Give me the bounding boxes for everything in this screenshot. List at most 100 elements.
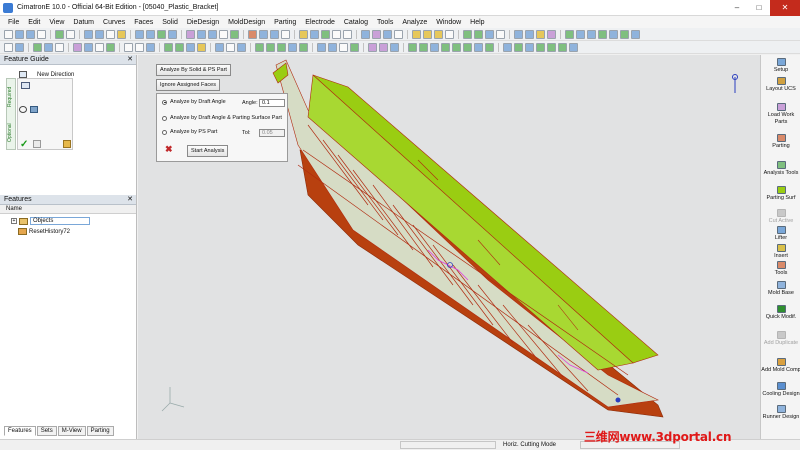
toolbar-tool-icon[interactable] (299, 29, 308, 39)
toolbar-tool-icon[interactable] (4, 42, 13, 52)
toolbar-tool-icon[interactable] (419, 42, 428, 52)
radio-draft-angle[interactable]: Analyze by Draft Angle (162, 99, 226, 105)
toolbar-tool-icon[interactable] (474, 29, 483, 39)
toolbar-tool-icon[interactable] (219, 29, 228, 39)
toolbar-tool-icon[interactable] (299, 42, 308, 52)
toolbar-tool-icon[interactable] (66, 29, 75, 39)
toolbar-tool-icon[interactable] (558, 42, 567, 52)
toolbar-tool-icon[interactable] (277, 42, 286, 52)
toolbar-tool-icon[interactable] (288, 42, 297, 52)
toolbar-tool-icon[interactable] (514, 29, 523, 39)
radio-selected-icon[interactable] (162, 99, 167, 105)
toolbar-tool-icon[interactable] (514, 42, 523, 52)
feature-guide-step[interactable]: New Direction (19, 71, 74, 78)
toolbar-tool-icon[interactable] (124, 42, 133, 52)
toolbar-tool-icon[interactable] (95, 42, 104, 52)
tab-optional[interactable]: Optional (7, 117, 15, 149)
toolbar-tool-icon[interactable] (237, 42, 246, 52)
mold-tool-tools[interactable]: Tools (761, 261, 800, 277)
toolbar-tool-icon[interactable] (255, 42, 264, 52)
toolbar-tool-icon[interactable] (328, 42, 337, 52)
toolbar-tool-icon[interactable] (343, 29, 352, 39)
menu-parting[interactable]: Parting (274, 19, 296, 26)
toolbar-tool-icon[interactable] (361, 29, 370, 39)
toolbar-tool-icon[interactable] (452, 42, 461, 52)
toolbar-tool-icon[interactable] (135, 29, 144, 39)
preview-icon[interactable] (30, 106, 38, 113)
toolbar-tool-icon[interactable] (73, 42, 82, 52)
radio-icon[interactable] (162, 129, 167, 135)
toolbar-tool-icon[interactable] (569, 42, 578, 52)
ignore-assigned-faces-button[interactable]: Ignore Assigned Faces (156, 79, 220, 91)
mold-tool-add-mold-comp[interactable]: Add Mold Comp (761, 358, 800, 374)
toolbar-tool-icon[interactable] (146, 42, 155, 52)
toolbar-tool-icon[interactable] (321, 29, 330, 39)
toolbar-tool-icon[interactable] (226, 42, 235, 52)
tab-required[interactable]: Required (7, 81, 15, 113)
toolbar-tool-icon[interactable] (383, 29, 392, 39)
mold-tool-layout-ucs[interactable]: Layout UCS (761, 77, 800, 93)
toolbar-tool-icon[interactable] (587, 29, 596, 39)
toolbar-tool-icon[interactable] (423, 29, 432, 39)
menu-help[interactable]: Help (470, 19, 484, 26)
toolbar-tool-icon[interactable] (434, 29, 443, 39)
menu-curves[interactable]: Curves (103, 19, 125, 26)
toolbar-tool-icon[interactable] (37, 29, 46, 39)
toolbar-tool-icon[interactable] (496, 29, 505, 39)
mold-tool-insert[interactable]: Insert (761, 244, 800, 260)
toolbar-tool-icon[interactable] (230, 29, 239, 39)
ok-check-icon[interactable]: ✓ (20, 139, 28, 150)
toolbar-tool-icon[interactable] (412, 29, 421, 39)
tab-sets[interactable]: Sets (36, 426, 57, 436)
toolbar-tool-icon[interactable] (266, 42, 275, 52)
toolbar-tool-icon[interactable] (117, 29, 126, 39)
toolbar-tool-icon[interactable] (55, 29, 64, 39)
radio-icon[interactable] (162, 115, 167, 121)
toolbar-tool-icon[interactable] (536, 29, 545, 39)
menu-tools[interactable]: Tools (377, 19, 393, 26)
mold-tool-load-work-parts[interactable]: Load Work Parts (761, 103, 800, 126)
toolbar-tool-icon[interactable] (4, 29, 13, 39)
toolbar-tool-icon[interactable] (215, 42, 224, 52)
toolbar-tool-icon[interactable] (379, 42, 388, 52)
toolbar-tool-icon[interactable] (146, 29, 155, 39)
mold-tool-add-duplicate[interactable]: Add Duplicate (761, 331, 800, 347)
toolbar-tool-icon[interactable] (44, 42, 53, 52)
menu-catalog[interactable]: Catalog (344, 19, 368, 26)
mold-tool-runner-design[interactable]: Runner Design (761, 405, 800, 421)
close-icon[interactable]: ✕ (770, 0, 800, 16)
mold-tool-parting[interactable]: Parting (761, 134, 800, 150)
toolbar-tool-icon[interactable] (270, 29, 279, 39)
toolbar-tool-icon[interactable] (197, 29, 206, 39)
toolbar-tool-icon[interactable] (350, 42, 359, 52)
mold-tool-quick-modif[interactable]: Quick Modif. (761, 305, 800, 321)
toolbar-tool-icon[interactable] (197, 42, 206, 52)
toolbar-tool-icon[interactable] (576, 29, 585, 39)
analyze-solid-ps-button[interactable]: Analyze By Solid & PS Part (156, 64, 231, 76)
features-close-icon[interactable]: ✕ (127, 195, 133, 205)
start-analysis-button[interactable]: Start Analysis (187, 145, 229, 157)
radio-ps-part[interactable]: Analyze by PS Part (162, 129, 217, 135)
toolbar-tool-icon[interactable] (390, 42, 399, 52)
menu-window[interactable]: Window (436, 19, 461, 26)
tol-input[interactable]: 0.05 (259, 129, 285, 137)
mold-tool-cut-active[interactable]: Cut Active (761, 209, 800, 225)
menu-solid[interactable]: Solid (162, 19, 178, 26)
menu-analyze[interactable]: Analyze (402, 19, 427, 26)
toolbar-tool-icon[interactable] (84, 42, 93, 52)
angle-input[interactable]: 0.1 (259, 99, 285, 107)
toolbar-tool-icon[interactable] (394, 29, 403, 39)
menu-view[interactable]: View (49, 19, 64, 26)
toolbar-tool-icon[interactable] (332, 29, 341, 39)
toolbar-tool-icon[interactable] (485, 29, 494, 39)
toolbar-tool-icon[interactable] (33, 42, 42, 52)
toolbar-tool-icon[interactable] (430, 42, 439, 52)
eye-icon[interactable] (19, 106, 27, 113)
toolbar-tool-icon[interactable] (463, 29, 472, 39)
toolbar-tool-icon[interactable] (620, 29, 629, 39)
toolbar-tool-icon[interactable] (15, 42, 24, 52)
toolbar-tool-icon[interactable] (15, 29, 24, 39)
mold-tool-setup[interactable]: Setup (761, 58, 800, 74)
toolbar-tool-icon[interactable] (106, 29, 115, 39)
toolbar-tool-icon[interactable] (631, 29, 640, 39)
